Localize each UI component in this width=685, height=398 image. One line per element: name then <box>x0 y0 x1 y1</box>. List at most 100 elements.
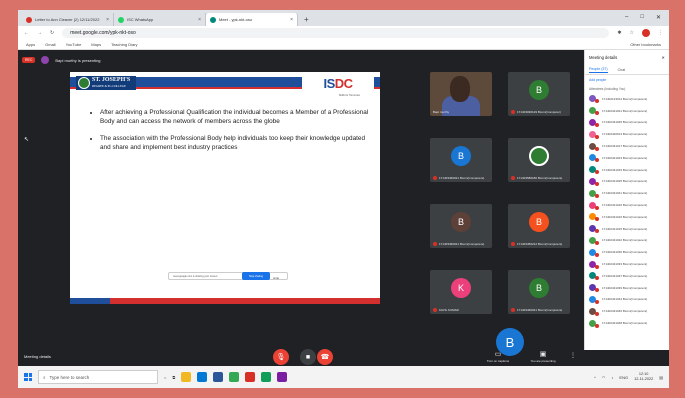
close-icon[interactable]: × <box>198 17 201 23</box>
mic-off-icon <box>595 111 599 116</box>
participant-row[interactable]: 171402431039 Bcom(Computers) <box>585 282 669 294</box>
menu-icon[interactable]: ⋮ <box>658 30 663 36</box>
other-bookmarks[interactable]: Other bookmarks <box>630 42 661 47</box>
participant-tile[interactable]: B 171403460021 Bcom(Computers) <box>430 204 492 248</box>
mic-off-icon <box>433 308 437 312</box>
participant-row[interactable]: 171402421037 Bcom(Computers) <box>585 270 669 282</box>
app-icon[interactable] <box>245 372 256 382</box>
participant-row[interactable]: 171402431033 Bcom(Computers) <box>585 258 669 270</box>
participant-row[interactable]: 171402123014 Bcom(Computers) <box>585 93 669 105</box>
file-explorer-icon[interactable] <box>181 372 192 382</box>
participant-row[interactable]: 171402421025 Bcom(Computers) <box>585 176 669 188</box>
participant-tile[interactable]: B 171403030129 Bcom(Computer) <box>508 72 570 116</box>
close-panel-icon[interactable]: ✕ <box>661 55 665 60</box>
participant-tile-self[interactable]: Bapi murthy <box>430 72 492 116</box>
task-view-icon[interactable]: ⧉ <box>172 375 175 380</box>
new-tab-icon[interactable]: + <box>304 15 309 24</box>
wifi-icon[interactable]: ◠ <box>602 375 606 380</box>
participant-tile[interactable]: B 171403450212 Bcom(Computers) <box>508 204 570 248</box>
participant-row[interactable]: 171402421010 Bcom(Computers) <box>585 199 669 211</box>
reload-icon[interactable]: ↻ <box>50 30 54 36</box>
participant-row[interactable]: 171402421044 Bcom(Computers) <box>585 294 669 306</box>
clock[interactable]: 12:10 12-11-2022 <box>634 372 653 382</box>
more-options-icon[interactable]: ⋮ <box>570 352 576 359</box>
meeting-details-link[interactable]: Meeting details <box>24 354 51 359</box>
participant-avatar: B <box>529 212 549 233</box>
close-icon[interactable]: × <box>106 17 109 23</box>
participant-tile[interactable]: 171403580180 Bcom(Computers) <box>508 138 570 182</box>
participant-row[interactable]: 171402421021 Bcom(Computers) <box>585 105 669 117</box>
tab-chat[interactable]: Chat <box>618 68 626 72</box>
participant-tile[interactable]: B 171403460021 Bcom(Computers) <box>430 138 492 182</box>
mic-off-icon <box>595 181 599 186</box>
participant-row[interactable]: 171402421023 Bcom(Computers) <box>585 152 669 164</box>
mic-off-icon <box>595 229 599 234</box>
participant-row[interactable]: 171402421030 Bcom(Computers) <box>585 246 669 258</box>
participant-row[interactable]: 171402431019 Bcom(Computers) <box>585 164 669 176</box>
hangup-icon: ☎ <box>320 354 330 361</box>
mic-off-icon: 🎙 <box>276 354 286 361</box>
stop-sharing-button[interactable]: Stop sharing <box>242 272 270 280</box>
slide-bullet: After achieving a Professional Qualifica… <box>100 108 370 126</box>
profile-avatar[interactable] <box>642 29 650 37</box>
add-people-button[interactable]: Add people <box>585 75 669 85</box>
bookmark-maps[interactable]: Maps <box>91 42 101 47</box>
leave-call-button[interactable]: ☎ <box>317 349 333 365</box>
camera-toggle-button[interactable]: ■ <box>300 349 316 365</box>
screen-share-notice: meet.google.com is sharing your screen. <box>168 272 288 280</box>
back-icon[interactable]: ← <box>24 30 29 36</box>
participant-tile[interactable]: K KAVIL KUMAR <box>430 270 492 314</box>
tray-chevron-icon[interactable]: ^ <box>594 375 596 380</box>
extensions-icon[interactable]: ✱ <box>617 30 621 36</box>
hide-button[interactable]: Hide <box>273 276 279 280</box>
edge-icon[interactable] <box>197 372 208 382</box>
browser-tab[interactable]: ISC WhatsApp × <box>114 13 206 26</box>
language-indicator[interactable]: ENG <box>619 375 628 380</box>
isdc-logo-dc: DC <box>334 75 353 91</box>
participant-row[interactable]: 171402431045 Bcom(Computers) <box>585 117 669 129</box>
close-window-icon[interactable]: ✕ <box>656 14 661 21</box>
participant-tile[interactable]: B 171403460021 Bcom(Computers) <box>508 270 570 314</box>
star-icon[interactable]: ☆ <box>630 30 634 36</box>
participant-row[interactable]: 171402431041 Bcom(Computers) <box>585 187 669 199</box>
volume-icon[interactable]: ♪ <box>611 375 613 380</box>
participant-row[interactable]: 171402431010 Bcom(Computers) <box>585 211 669 223</box>
participant-list: 171402123014 Bcom(Computers) 171402421021… <box>585 93 669 329</box>
bookmark-teaching-diary[interactable]: Teaching Diary <box>111 42 137 47</box>
windows-start-icon[interactable] <box>24 373 32 381</box>
presenter-avatar <box>41 56 50 64</box>
url-input[interactable]: meet.google.com/ypk-nkt-oso <box>62 28 610 38</box>
taskbar-search-input[interactable]: ⌕ Type here to search <box>38 370 158 384</box>
participant-row[interactable]: 171402431022 Bcom(Computers) <box>585 235 669 247</box>
bookmark-youtube[interactable]: YouTube <box>66 42 82 47</box>
mic-off-icon <box>511 242 515 246</box>
mic-off-icon <box>595 217 599 222</box>
participant-row[interactable]: 171402431046 Bcom(Computers) <box>585 305 669 317</box>
cortana-icon[interactable]: ○ <box>164 375 166 380</box>
app-icon[interactable] <box>277 372 288 382</box>
bookmark-apps[interactable]: Apps <box>26 42 35 47</box>
maximize-icon[interactable]: □ <box>640 14 644 20</box>
participant-row[interactable]: 171402431017 Bcom(Computers) <box>585 140 669 152</box>
tab-people[interactable]: People (37) <box>589 67 608 73</box>
search-icon: ⌕ <box>43 374 46 380</box>
participant-name: 171402431022 Bcom(Computers) <box>602 238 648 243</box>
bookmark-gmail[interactable]: Gmail <box>45 42 55 47</box>
participant-row[interactable]: 171402421015 Bcom(Computers) <box>585 223 669 235</box>
browser-tab[interactable]: Letter to Ann Cleaver (2) 12/11/2022 × <box>22 13 114 26</box>
close-icon[interactable]: × <box>290 17 293 23</box>
mic-off-icon <box>433 176 437 180</box>
excel-icon[interactable] <box>261 372 272 382</box>
forward-icon[interactable]: → <box>37 30 42 36</box>
notifications-icon[interactable]: ▤ <box>659 375 663 380</box>
chrome-icon[interactable] <box>229 372 240 382</box>
participant-row[interactable]: 171402421048 Bcom(Computers) <box>585 317 669 329</box>
minimize-icon[interactable]: – <box>625 14 628 20</box>
word-icon[interactable] <box>213 372 224 382</box>
clock-date: 12-11-2022 <box>634 377 654 381</box>
participant-row[interactable]: 171402420013 Bcom(Computers) <box>585 128 669 140</box>
tab-label: Meet - ypk-nkt-oso <box>219 17 253 22</box>
presenting-button[interactable]: ▣ You are presenting <box>523 350 563 363</box>
mic-toggle-button[interactable]: 🎙 <box>273 349 289 365</box>
browser-tab-active[interactable]: Meet - ypk-nkt-oso × <box>206 13 298 26</box>
